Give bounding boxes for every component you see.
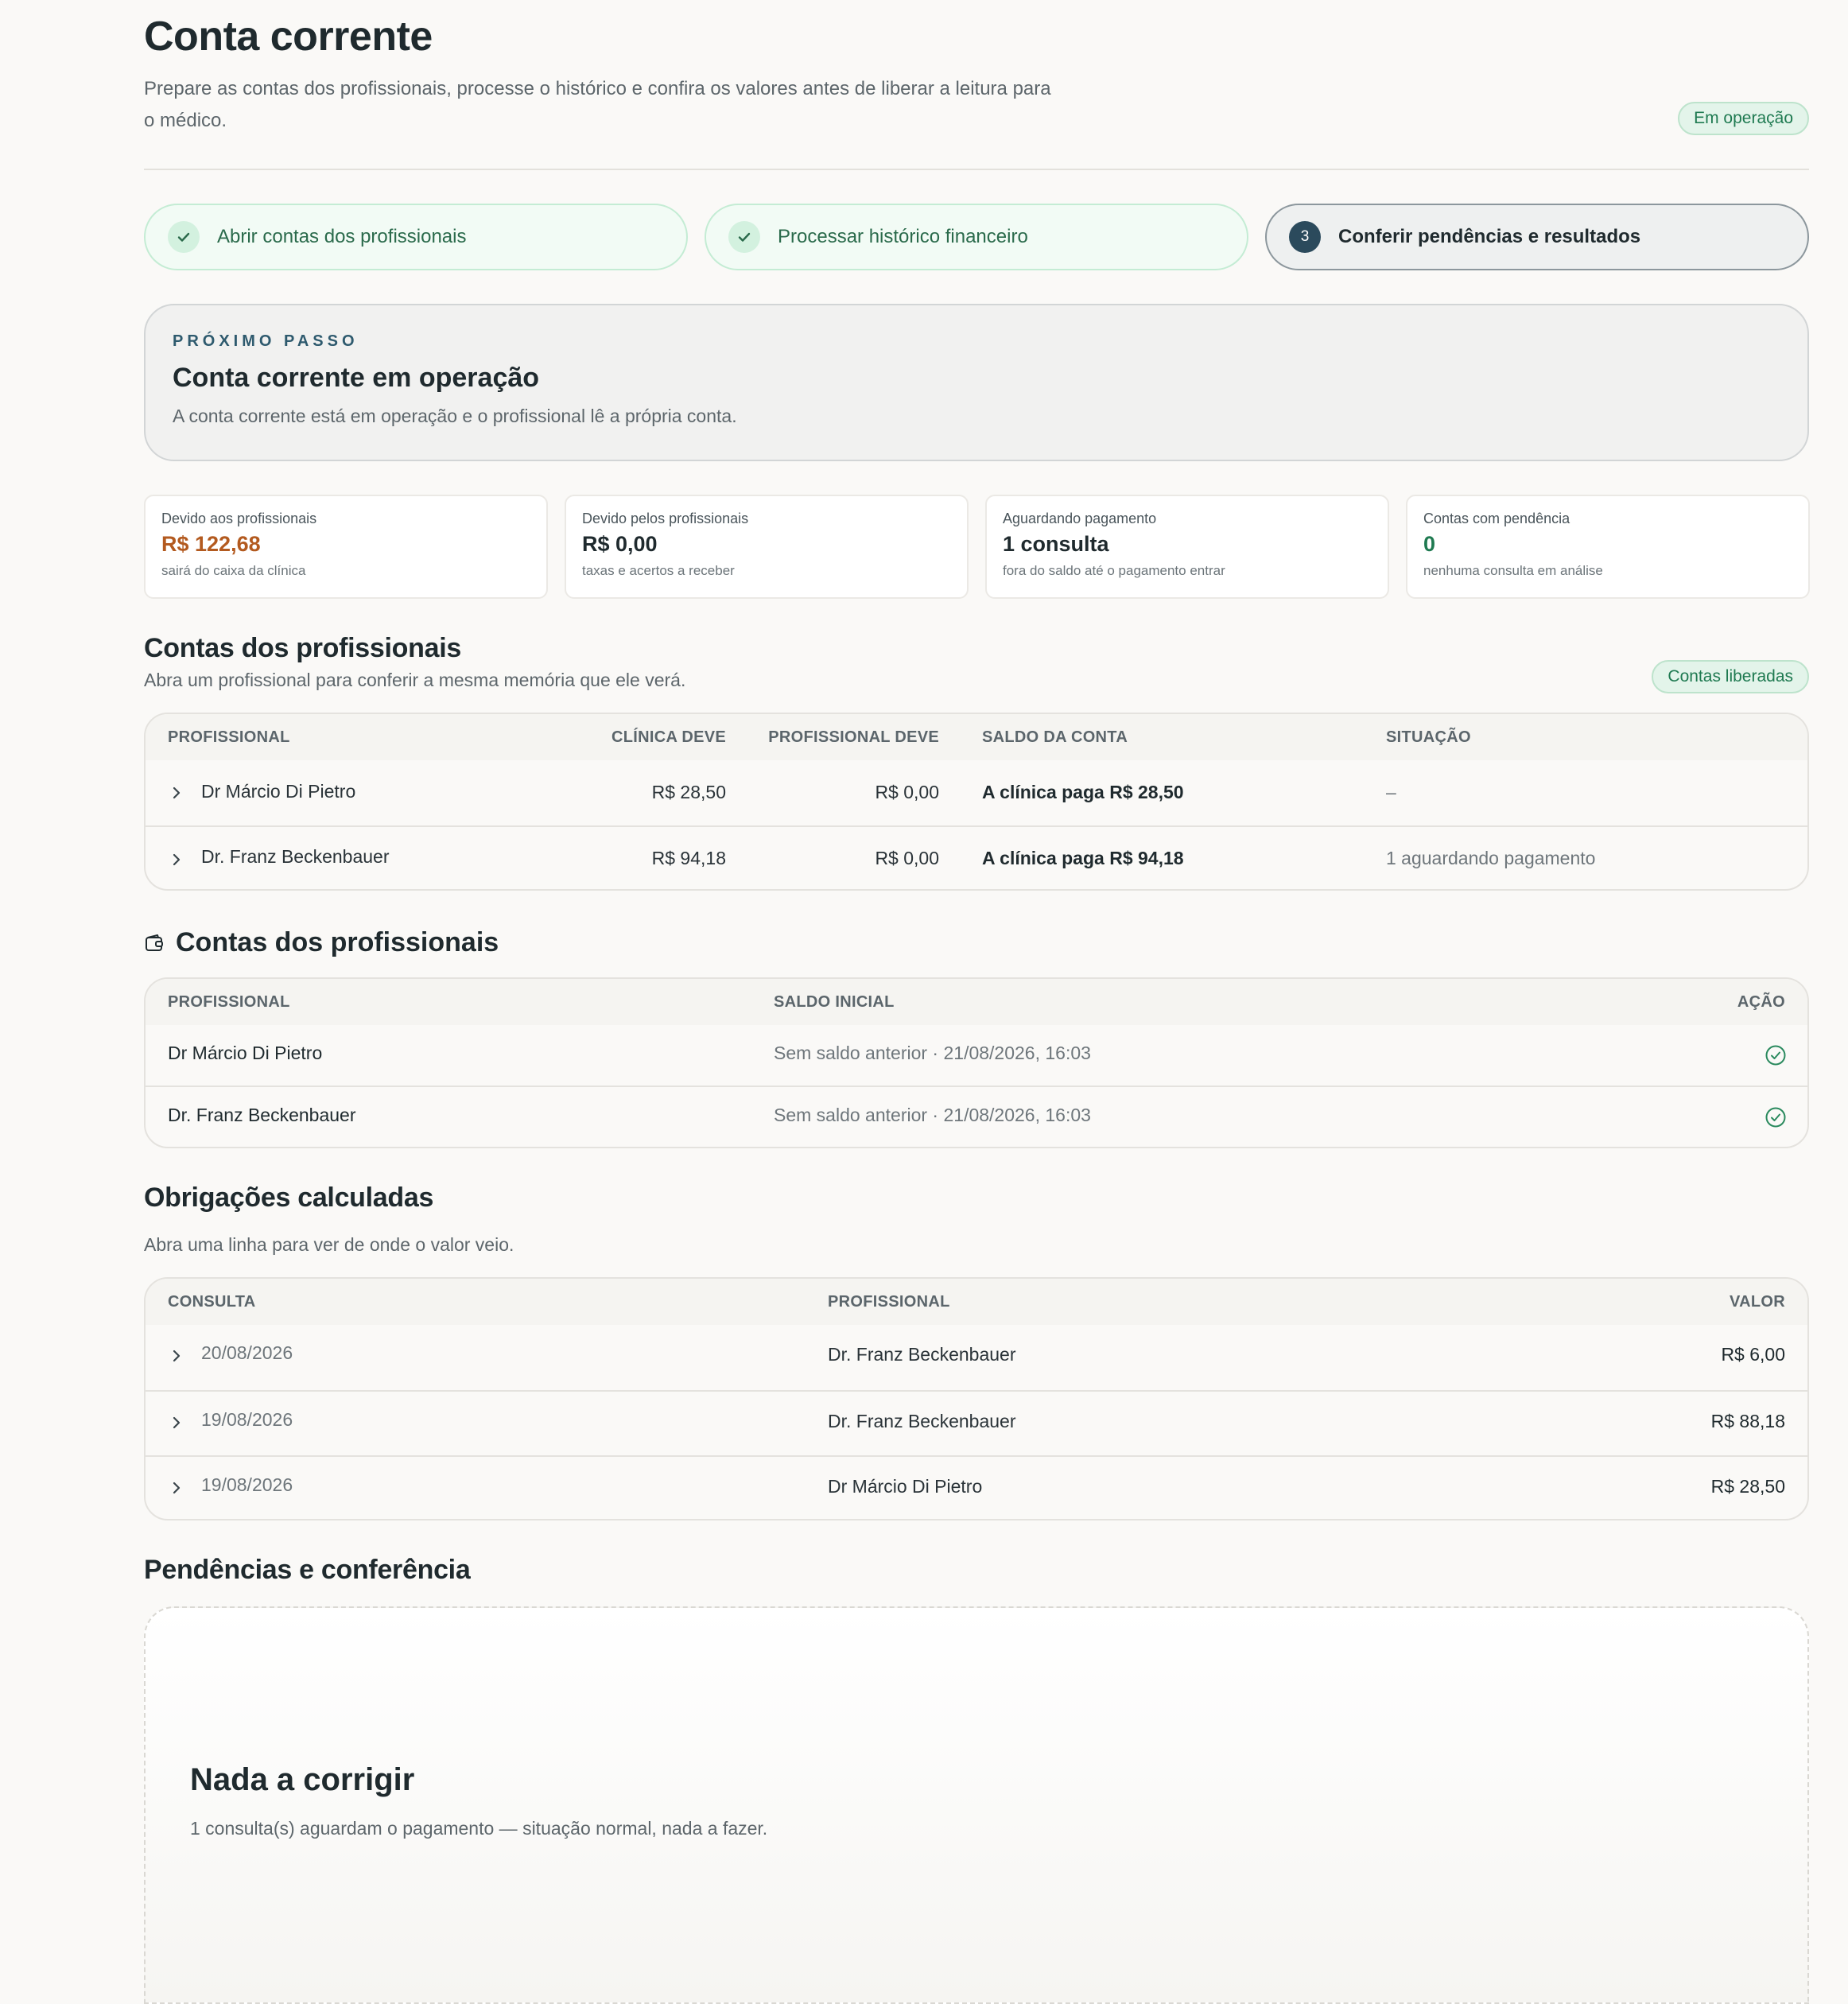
- chevron-right-icon[interactable]: [168, 1479, 185, 1497]
- next-step-kicker: PRÓXIMO PASSO: [173, 332, 359, 350]
- metric-value: 0: [1423, 532, 1436, 556]
- pro-owes-value: R$ 0,00: [875, 782, 939, 802]
- consultation-date: 19/08/2026: [201, 1409, 293, 1430]
- balance-value: A clínica paga R$ 94,18: [982, 848, 1184, 868]
- step-number: 3: [1289, 221, 1321, 253]
- col-consultation: CONSULTA: [168, 1293, 256, 1311]
- initial-balance: Sem saldo anterior · 21/08/2026, 16:03: [774, 1105, 1091, 1125]
- table-header: PROFISSIONAL SALDO INICIAL AÇÃO: [146, 979, 1807, 1025]
- col-action: AÇÃO: [1737, 993, 1785, 1011]
- opening-section-header: Contas dos profissionais: [144, 927, 499, 958]
- check-circle-icon[interactable]: [1765, 1044, 1787, 1066]
- status-badge: Em operação: [1678, 102, 1809, 135]
- professional-name: Dr Márcio Di Pietro: [168, 1043, 323, 1063]
- opening-section-title: Contas dos profissionais: [176, 927, 499, 957]
- check-circle-icon[interactable]: [1765, 1106, 1787, 1128]
- status-value: –: [1386, 782, 1396, 802]
- pending-empty-state: Nada a corrigir 1 consulta(s) aguardam o…: [144, 1606, 1809, 2004]
- col-balance: SALDO DA CONTA: [982, 728, 1128, 746]
- professional-name: Dr. Franz Beckenbauer: [168, 1105, 356, 1125]
- check-icon: [728, 221, 760, 253]
- col-pro-owes: PROFISSIONAL DEVE: [768, 728, 939, 746]
- step-process-history[interactable]: Processar histórico financeiro: [705, 204, 1248, 270]
- metric-label: Contas com pendência: [1423, 511, 1570, 526]
- page-subtitle: Prepare as contas dos profissionais, pro…: [144, 78, 1051, 131]
- next-step-card: PRÓXIMO PASSO Conta corrente em operação…: [144, 304, 1809, 461]
- metric-note: nenhuma consulta em análise: [1423, 563, 1603, 578]
- table-row[interactable]: 19/08/2026 Dr Márcio Di Pietro R$ 28,50: [146, 1455, 1807, 1519]
- metric-label: Devido pelos profissionais: [582, 511, 749, 526]
- table-row[interactable]: 19/08/2026 Dr. Franz Beckenbauer R$ 88,1…: [146, 1390, 1807, 1455]
- professional-name: Dr. Franz Beckenbauer: [828, 1344, 1016, 1365]
- table-header: CONSULTA PROFISSIONAL VALOR: [146, 1279, 1807, 1325]
- table-row: Dr. Franz Beckenbauer Sem saldo anterior…: [146, 1086, 1807, 1147]
- empty-state-title: Nada a corrigir: [190, 1762, 415, 1797]
- obligations-table: CONSULTA PROFISSIONAL VALOR 20/08/2026 D…: [144, 1277, 1809, 1520]
- professional-name: Dr Márcio Di Pietro: [828, 1476, 983, 1497]
- obligation-value: R$ 28,50: [1710, 1476, 1785, 1497]
- table-row: Dr Márcio Di Pietro Sem saldo anterior ·…: [146, 1025, 1807, 1086]
- chevron-right-icon[interactable]: [168, 1347, 185, 1365]
- col-professional: PROFISSIONAL: [168, 728, 290, 746]
- col-clinic-owes: CLÍNICA DEVE: [611, 728, 726, 746]
- metric-owed-to-professionals: Devido aos profissionais R$ 122,68 sairá…: [144, 495, 548, 599]
- page-title: Conta corrente: [144, 14, 433, 60]
- professional-name: Dr Márcio Di Pietro: [201, 781, 356, 802]
- next-step-description: A conta corrente está em operação e o pr…: [173, 406, 737, 426]
- obligations-section-subtitle: Abra uma linha para ver de onde o valor …: [144, 1234, 514, 1255]
- metric-pending-accounts: Contas com pendência 0 nenhuma consulta …: [1406, 495, 1810, 599]
- col-status: SITUAÇÃO: [1386, 728, 1471, 746]
- step-open-accounts[interactable]: Abrir contas dos profissionais: [144, 204, 688, 270]
- pending-section-title: Pendências e conferência: [144, 1555, 471, 1585]
- metric-value: R$ 0,00: [582, 532, 658, 556]
- table-row[interactable]: Dr. Franz Beckenbauer R$ 94,18 R$ 0,00 A…: [146, 825, 1807, 889]
- metric-note: sairá do caixa da clínica: [161, 563, 306, 578]
- table-row[interactable]: 20/08/2026 Dr. Franz Beckenbauer R$ 6,00: [146, 1325, 1807, 1390]
- chevron-right-icon[interactable]: [168, 1414, 185, 1431]
- metric-label: Devido aos profissionais: [161, 511, 317, 526]
- obligation-value: R$ 88,18: [1710, 1411, 1785, 1431]
- step-label: Conferir pendências e resultados: [1338, 226, 1641, 247]
- step-check-pending[interactable]: 3 Conferir pendências e resultados: [1265, 204, 1809, 270]
- balance-value: A clínica paga R$ 28,50: [982, 782, 1184, 802]
- step-label: Processar histórico financeiro: [778, 226, 1028, 247]
- professional-name: Dr. Franz Beckenbauer: [828, 1411, 1016, 1431]
- table-header: PROFISSIONAL CLÍNICA DEVE PROFISSIONAL D…: [146, 714, 1807, 760]
- col-professional: PROFISSIONAL: [828, 1293, 950, 1311]
- step-label: Abrir contas dos profissionais: [217, 226, 467, 247]
- clinic-owes-value: R$ 94,18: [651, 848, 726, 868]
- empty-state-description: 1 consulta(s) aguardam o pagamento — sit…: [190, 1818, 768, 1839]
- col-value: VALOR: [1729, 1293, 1785, 1311]
- status-value: 1 aguardando pagamento: [1386, 848, 1596, 868]
- accounts-section-subtitle: Abra um profissional para conferir a mes…: [144, 670, 686, 690]
- metric-awaiting-payment: Aguardando pagamento 1 consulta fora do …: [985, 495, 1389, 599]
- professional-name: Dr. Franz Beckenbauer: [201, 846, 390, 867]
- chevron-right-icon[interactable]: [168, 851, 185, 868]
- metric-owed-by-professionals: Devido pelos profissionais R$ 0,00 taxas…: [565, 495, 969, 599]
- table-row[interactable]: Dr Márcio Di Pietro R$ 28,50 R$ 0,00 A c…: [146, 760, 1807, 825]
- consultation-date: 19/08/2026: [201, 1474, 293, 1495]
- metric-value: 1 consulta: [1003, 532, 1109, 556]
- obligation-value: R$ 6,00: [1721, 1344, 1785, 1365]
- metric-label: Aguardando pagamento: [1003, 511, 1157, 526]
- next-step-title: Conta corrente em operação: [173, 363, 540, 393]
- metric-value: R$ 122,68: [161, 532, 261, 556]
- clinic-owes-value: R$ 28,50: [651, 782, 726, 802]
- check-icon: [168, 221, 200, 253]
- opening-table: PROFISSIONAL SALDO INICIAL AÇÃO Dr Márci…: [144, 977, 1809, 1148]
- accounts-table: PROFISSIONAL CLÍNICA DEVE PROFISSIONAL D…: [144, 713, 1809, 891]
- accounts-released-badge: Contas liberadas: [1652, 660, 1809, 693]
- chevron-right-icon[interactable]: [168, 784, 185, 802]
- obligations-section-title: Obrigações calculadas: [144, 1183, 434, 1213]
- col-professional: PROFISSIONAL: [168, 993, 290, 1011]
- initial-balance: Sem saldo anterior · 21/08/2026, 16:03: [774, 1043, 1091, 1063]
- metric-note: taxas e acertos a receber: [582, 563, 735, 578]
- header-divider: [144, 169, 1809, 170]
- pro-owes-value: R$ 0,00: [875, 848, 939, 868]
- col-initial-balance: SALDO INICIAL: [774, 993, 895, 1011]
- accounts-section-title: Contas dos profissionais: [144, 633, 461, 663]
- wallet-icon: [146, 934, 163, 951]
- metric-note: fora do saldo até o pagamento entrar: [1003, 563, 1225, 578]
- consultation-date: 20/08/2026: [201, 1342, 293, 1363]
